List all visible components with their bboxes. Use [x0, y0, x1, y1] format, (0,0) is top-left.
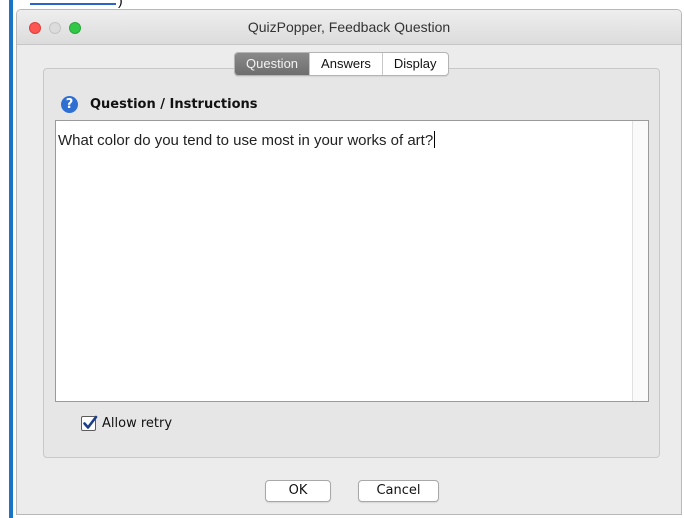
section-header: ? Question / Instructions: [61, 94, 258, 114]
question-text-area[interactable]: What color do you tend to use most in yo…: [55, 120, 649, 402]
allow-retry-label: Allow retry: [102, 416, 173, 431]
text-caret: [434, 131, 436, 148]
editor-scrollbar[interactable]: [632, 121, 648, 401]
allow-retry-option[interactable]: Allow retry: [81, 415, 173, 431]
closing-parenthesis: ): [118, 0, 123, 8]
allow-retry-checkbox[interactable]: [81, 415, 98, 431]
section-title: Question / Instructions: [90, 96, 258, 112]
document-margin-rule: [9, 0, 13, 518]
screenshot-frame: ) QuizPopper, Feedback Question Question…: [0, 0, 684, 518]
tab-bar: Question Answers Display: [234, 52, 449, 76]
tab-question[interactable]: Question: [235, 53, 310, 75]
title-bar[interactable]: QuizPopper, Feedback Question: [17, 10, 681, 45]
help-icon[interactable]: ?: [61, 95, 78, 113]
dialog-window: QuizPopper, Feedback Question Question A…: [16, 9, 682, 515]
tab-display[interactable]: Display: [381, 53, 448, 75]
window-title: QuizPopper, Feedback Question: [247, 19, 451, 35]
question-text: What color do you tend to use most in yo…: [58, 131, 436, 149]
ok-button[interactable]: OK: [265, 480, 331, 502]
cancel-button[interactable]: Cancel: [358, 480, 439, 502]
question-text-value: What color do you tend to use most in yo…: [58, 132, 434, 149]
link-underline-fragment[interactable]: [30, 0, 116, 5]
tab-answers[interactable]: Answers: [309, 53, 382, 75]
checkmark-icon: [83, 415, 98, 429]
